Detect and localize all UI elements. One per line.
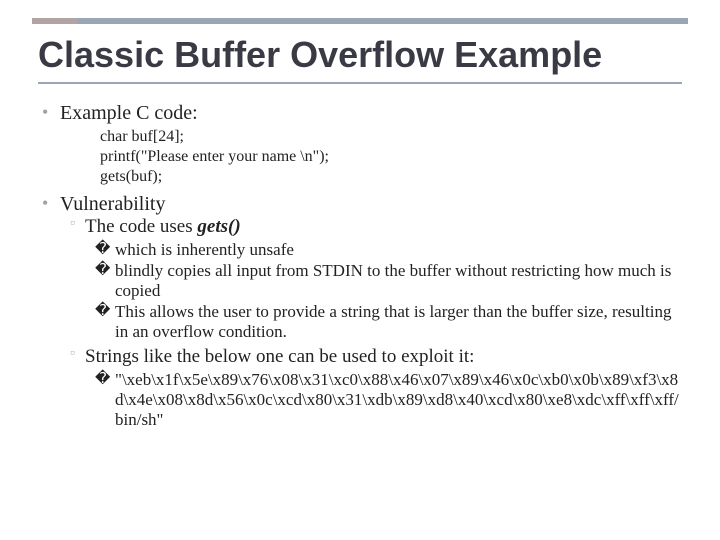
text-prefix: The code uses bbox=[85, 216, 197, 237]
detail-item: which is inherently unsafe bbox=[95, 240, 682, 260]
code-line: char buf[24]; bbox=[100, 127, 682, 147]
bullet-label: Vulnerability bbox=[60, 193, 165, 215]
sub-bullet-uses-gets: The code uses gets() which is inherently… bbox=[70, 216, 682, 342]
bullet-list: Example C code: char buf[24]; printf("Pl… bbox=[38, 102, 682, 430]
text: Strings like the below one can be used t… bbox=[85, 346, 474, 367]
bullet-vulnerability: Vulnerability The code uses gets() which… bbox=[42, 193, 682, 430]
function-name: gets() bbox=[197, 216, 240, 237]
detail-item: blindly copies all input from STDIN to t… bbox=[95, 261, 682, 301]
code-line: printf("Please enter your name \n"); bbox=[100, 147, 682, 167]
detail-list: which is inherently unsafe blindly copie… bbox=[85, 240, 682, 342]
exploit-list: "\xeb\x1f\x5e\x89\x76\x08\x31\xc0\x88\x4… bbox=[85, 370, 682, 430]
detail-item: This allows the user to provide a string… bbox=[95, 302, 682, 342]
sub-bullet-exploit: Strings like the below one can be used t… bbox=[70, 346, 682, 430]
bullet-label: Example C code: bbox=[60, 102, 198, 124]
sub-bullet-list: The code uses gets() which is inherently… bbox=[60, 216, 682, 430]
exploit-string: "\xeb\x1f\x5e\x89\x76\x08\x31\xc0\x88\x4… bbox=[95, 370, 682, 430]
code-line: gets(buf); bbox=[100, 167, 682, 187]
slide-title: Classic Buffer Overflow Example bbox=[38, 34, 682, 84]
slide-content: Classic Buffer Overflow Example Example … bbox=[0, 0, 720, 430]
code-block: char buf[24]; printf("Please enter your … bbox=[100, 127, 682, 187]
decorative-top-bar bbox=[32, 18, 688, 24]
bullet-example-code: Example C code: char buf[24]; printf("Pl… bbox=[42, 102, 682, 187]
